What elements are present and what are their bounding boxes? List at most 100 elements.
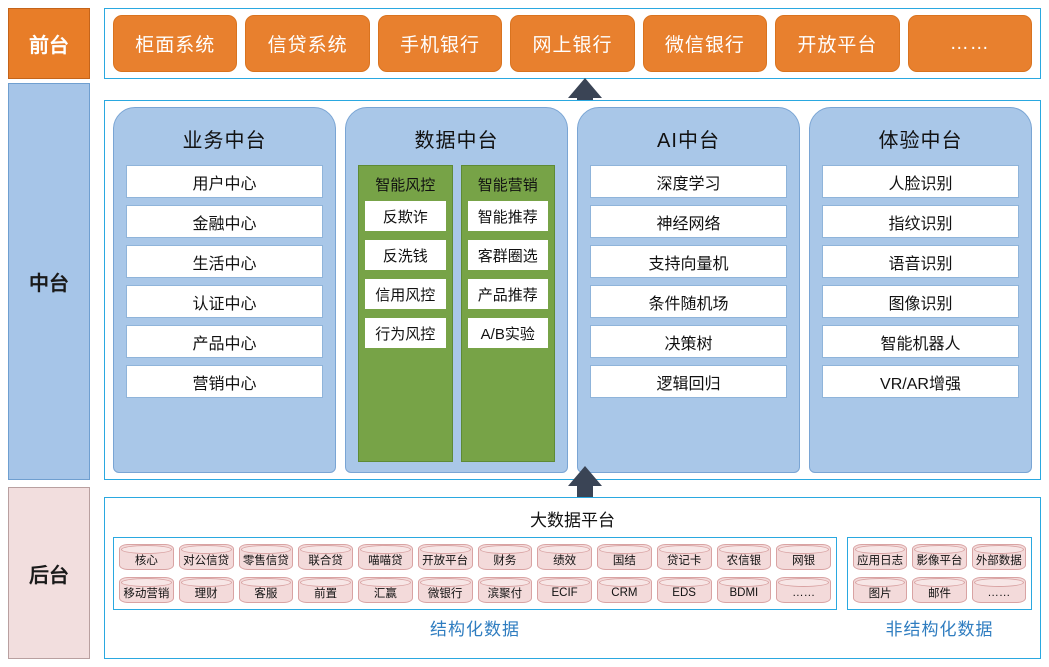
data-source-tag[interactable]: 农信银 bbox=[716, 544, 772, 570]
front-office-panel: 柜面系统 信贷系统 手机银行 网上银行 微信银行 开放平台 …… bbox=[104, 8, 1041, 79]
tag-label: 图片 bbox=[868, 587, 892, 600]
front-office-tile[interactable]: 微信银行 bbox=[642, 15, 768, 72]
data-source-tag[interactable]: 绩效 bbox=[537, 544, 592, 570]
group-title: 智能风控 bbox=[375, 177, 436, 194]
data-source-tag[interactable]: 对公信贷 bbox=[178, 544, 234, 570]
group-item-list: 反欺诈 反洗钱 信用风控 行为风控 bbox=[365, 201, 446, 348]
tag-label: 应用日志 bbox=[857, 554, 904, 567]
column-item[interactable]: 生活中心 bbox=[126, 245, 323, 278]
data-source-tag[interactable]: 国结 bbox=[597, 544, 652, 570]
group-item[interactable]: 反洗钱 bbox=[365, 240, 446, 270]
data-platform-group-risk[interactable]: 智能风控 反欺诈 反洗钱 信用风控 行为风控 bbox=[358, 165, 453, 462]
group-item[interactable]: 智能推荐 bbox=[467, 201, 548, 231]
structured-data-label: 结构化数据 bbox=[430, 620, 520, 639]
column-item[interactable]: 深度学习 bbox=[590, 165, 787, 198]
front-office-tile[interactable]: 手机银行 bbox=[377, 15, 503, 72]
front-office-tile[interactable]: 网上银行 bbox=[510, 15, 635, 72]
column-item[interactable]: 支持向量机 bbox=[590, 245, 787, 278]
tag-label: 网银 bbox=[792, 554, 816, 567]
data-source-tag[interactable]: 网银 bbox=[776, 544, 831, 570]
unstructured-data-section: 应用日志 影像平台 外部数据 图片 邮件 …… 非结构化数据 bbox=[847, 537, 1032, 640]
tag-label: 滨聚付 bbox=[487, 587, 523, 600]
middle-platform-column-business[interactable]: 业务中台 用户中心 金融中心 生活中心 认证中心 产品中心 营销中心 bbox=[113, 107, 336, 473]
tag-label: 邮件 bbox=[927, 587, 951, 600]
column-item[interactable]: 产品中心 bbox=[126, 325, 323, 358]
column-item-list: 人脸识别 指纹识别 语音识别 图像识别 智能机器人 VR/AR增强 bbox=[822, 165, 1019, 398]
column-item[interactable]: 图像识别 bbox=[822, 285, 1019, 318]
column-item-list: 深度学习 神经网络 支持向量机 条件随机场 决策树 逻辑回归 bbox=[590, 165, 787, 398]
column-item[interactable]: 智能机器人 bbox=[822, 325, 1019, 358]
data-source-tag[interactable]: ECIF bbox=[537, 577, 592, 603]
group-item[interactable]: 客群圈选 bbox=[467, 240, 548, 270]
column-item-list: 用户中心 金融中心 生活中心 认证中心 产品中心 营销中心 bbox=[126, 165, 323, 398]
column-item[interactable]: 决策树 bbox=[590, 325, 787, 358]
data-source-tag[interactable]: 理财 bbox=[178, 577, 234, 603]
data-source-tag[interactable]: 影像平台 bbox=[912, 544, 967, 570]
data-source-tag[interactable]: 邮件 bbox=[912, 577, 967, 603]
group-item[interactable]: 行为风控 bbox=[365, 318, 446, 348]
back-office-group-row: 核心 对公信贷 零售信贷 联合贷 喵喵贷 开放平台 财务 绩效 国结 贷记卡 农… bbox=[105, 537, 1040, 644]
architecture-diagram: 前台 中台 后台 柜面系统 信贷系统 手机银行 网上银行 微信银行 开放平台 …… bbox=[0, 0, 1049, 667]
data-source-tag[interactable]: 开放平台 bbox=[417, 544, 473, 570]
data-source-tag[interactable]: 联合贷 bbox=[298, 544, 353, 570]
front-office-tile-more[interactable]: …… bbox=[907, 15, 1032, 72]
middle-platform-column-ai[interactable]: AI中台 深度学习 神经网络 支持向量机 条件随机场 决策树 逻辑回归 bbox=[577, 107, 800, 473]
data-platform-group-marketing[interactable]: 智能营销 智能推荐 客群圈选 产品推荐 A/B实验 bbox=[460, 165, 555, 462]
data-source-tag-more[interactable]: …… bbox=[971, 577, 1026, 603]
data-source-tag[interactable]: CRM bbox=[597, 577, 652, 603]
column-item[interactable]: 逻辑回归 bbox=[590, 365, 787, 398]
column-item[interactable]: 人脸识别 bbox=[822, 165, 1019, 198]
tag-label: 外部数据 bbox=[975, 554, 1022, 567]
tag-label: 零售信贷 bbox=[242, 554, 289, 567]
big-data-platform-title: 大数据平台 bbox=[530, 511, 615, 530]
middle-platform-column-data[interactable]: 数据中台 智能风控 反欺诈 反洗钱 信用风控 行为风控 智能营销 智能推荐 客群… bbox=[345, 107, 568, 473]
data-source-tag[interactable]: 零售信贷 bbox=[238, 544, 294, 570]
tag-label: 农信银 bbox=[726, 554, 762, 567]
data-source-tag[interactable]: EDS bbox=[656, 577, 712, 603]
data-source-tag[interactable]: BDMI bbox=[716, 577, 772, 603]
data-source-tag[interactable]: 应用日志 bbox=[853, 544, 908, 570]
front-office-tile[interactable]: 柜面系统 bbox=[113, 15, 238, 72]
column-item[interactable]: 用户中心 bbox=[126, 165, 323, 198]
structured-data-group: 核心 对公信贷 零售信贷 联合贷 喵喵贷 开放平台 财务 绩效 国结 贷记卡 农… bbox=[113, 537, 837, 610]
data-source-tag[interactable]: 外部数据 bbox=[971, 544, 1026, 570]
data-source-tag[interactable]: 移动营销 bbox=[119, 577, 174, 603]
data-source-tag[interactable]: 核心 bbox=[119, 544, 174, 570]
column-title: 体验中台 bbox=[878, 130, 963, 152]
tag-label: 前置 bbox=[314, 587, 338, 600]
data-source-tag[interactable]: 财务 bbox=[477, 544, 533, 570]
data-source-tag[interactable]: 汇赢 bbox=[358, 577, 413, 603]
group-item[interactable]: A/B实验 bbox=[467, 318, 548, 348]
column-item[interactable]: 营销中心 bbox=[126, 365, 323, 398]
group-item[interactable]: 产品推荐 bbox=[467, 279, 548, 309]
column-item[interactable]: VR/AR增强 bbox=[822, 365, 1019, 398]
column-item[interactable]: 指纹识别 bbox=[822, 205, 1019, 238]
front-office-tile[interactable]: 信贷系统 bbox=[245, 15, 370, 72]
data-source-tag[interactable]: 贷记卡 bbox=[656, 544, 712, 570]
tag-label: 贷记卡 bbox=[666, 554, 702, 567]
middle-platform-column-experience[interactable]: 体验中台 人脸识别 指纹识别 语音识别 图像识别 智能机器人 VR/AR增强 bbox=[809, 107, 1032, 473]
tag-row: 移动营销 理财 客服 前置 汇赢 微银行 滨聚付 ECIF CRM EDS BD… bbox=[119, 577, 831, 603]
data-source-tag[interactable]: 微银行 bbox=[417, 577, 473, 603]
front-office-tile[interactable]: 开放平台 bbox=[775, 15, 900, 72]
front-office-tile-row: 柜面系统 信贷系统 手机银行 网上银行 微信银行 开放平台 …… bbox=[105, 9, 1040, 78]
data-source-tag[interactable]: 喵喵贷 bbox=[358, 544, 413, 570]
column-item[interactable]: 语音识别 bbox=[822, 245, 1019, 278]
tag-label: 影像平台 bbox=[916, 554, 963, 567]
group-item[interactable]: 信用风控 bbox=[365, 279, 446, 309]
rail-front-office: 前台 bbox=[8, 8, 90, 79]
group-item[interactable]: 反欺诈 bbox=[365, 201, 446, 231]
tag-label: 理财 bbox=[194, 587, 218, 600]
data-source-tag[interactable]: 客服 bbox=[238, 577, 294, 603]
tag-label: CRM bbox=[611, 586, 638, 599]
column-item[interactable]: 条件随机场 bbox=[590, 285, 787, 318]
column-item[interactable]: 神经网络 bbox=[590, 205, 787, 238]
tag-row: 应用日志 影像平台 外部数据 bbox=[853, 544, 1026, 570]
data-source-tag[interactable]: 图片 bbox=[853, 577, 908, 603]
tag-label: …… bbox=[792, 586, 816, 599]
data-source-tag[interactable]: 滨聚付 bbox=[477, 577, 533, 603]
column-item[interactable]: 认证中心 bbox=[126, 285, 323, 318]
column-item[interactable]: 金融中心 bbox=[126, 205, 323, 238]
data-source-tag[interactable]: 前置 bbox=[298, 577, 353, 603]
data-source-tag-more[interactable]: …… bbox=[776, 577, 831, 603]
